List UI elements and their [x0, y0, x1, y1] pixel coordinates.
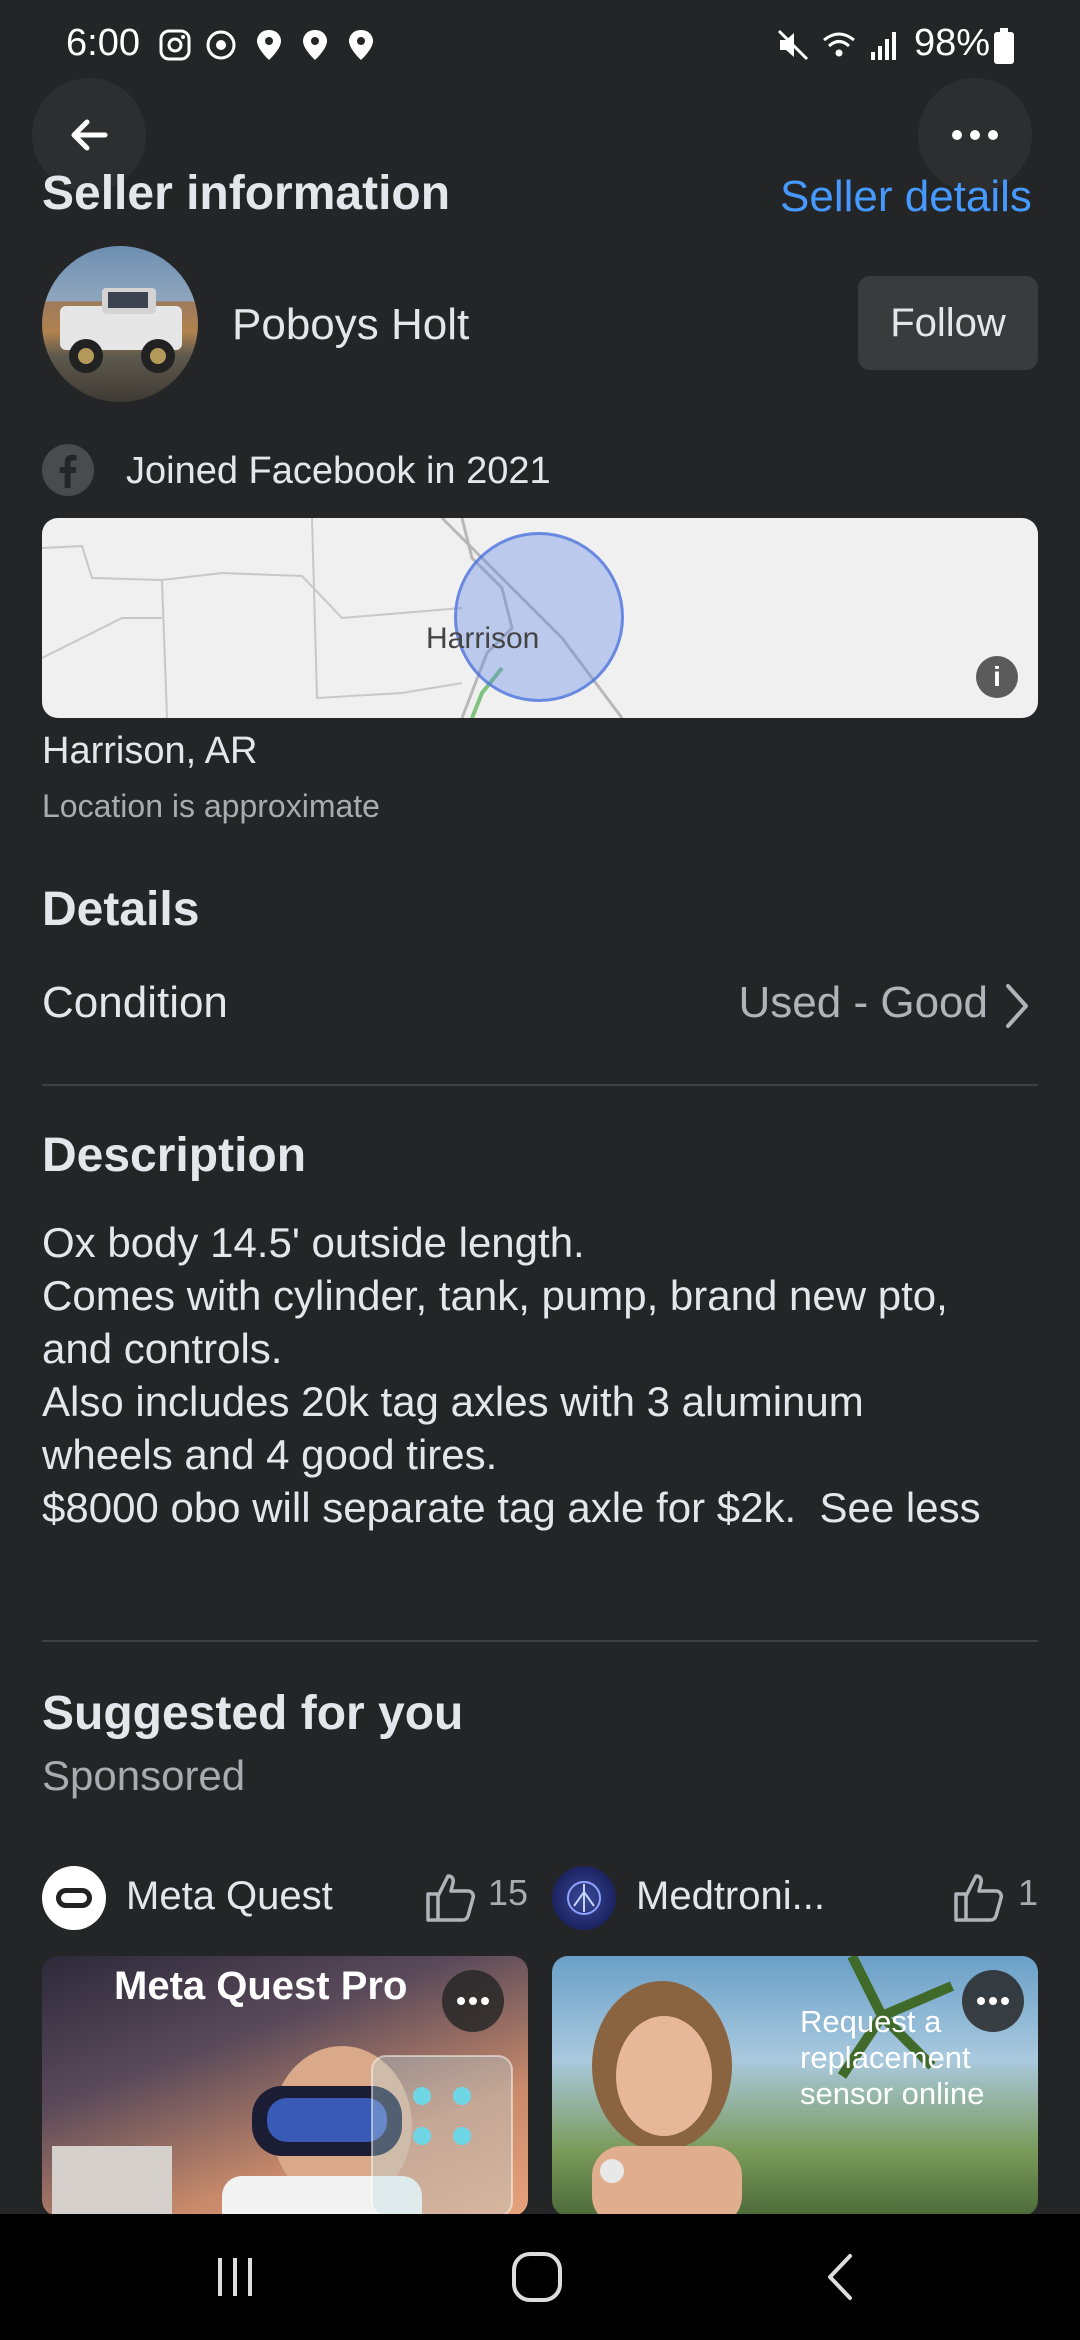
back-arrow-icon: [71, 119, 108, 151]
wifi-icon: [823, 32, 855, 57]
like-count: 15: [488, 1872, 529, 1913]
status-time: 6:00: [66, 22, 140, 64]
condition-row[interactable]: Condition Used - Good: [42, 978, 1038, 1048]
seller-details-link[interactable]: Seller details: [780, 172, 1032, 222]
medtronic-logo-icon: [567, 1881, 601, 1915]
description-line: Ox body 14.5' outside length.: [42, 1219, 585, 1266]
thumbs-up-icon[interactable]: [424, 1870, 478, 1924]
approximate-location-circle: [454, 532, 624, 702]
description-line-last: $8000 obo will separate tag axle for $2k…: [42, 1481, 1052, 1534]
vr-headset-photo: [52, 2046, 513, 2216]
meta-quest-avatar[interactable]: [42, 1866, 106, 1930]
card-more-button[interactable]: [442, 1970, 504, 2032]
description-line: and controls.: [42, 1325, 283, 1372]
signal-icon: [871, 32, 896, 60]
facebook-icon: [42, 444, 94, 496]
location-city: Harrison, AR: [42, 730, 258, 772]
advertiser-name[interactable]: Meta Quest: [126, 1874, 333, 1919]
map-city-label: Harrison: [426, 622, 540, 655]
divider: [42, 1640, 1038, 1642]
thumbs-up-icon[interactable]: [952, 1870, 1006, 1924]
instagram-icon: [159, 29, 191, 61]
ad-overlay-line: replacement: [800, 2040, 971, 2075]
recent-apps-icon[interactable]: [210, 2252, 260, 2302]
mute-icon: [777, 29, 809, 61]
ad-overlay-line: Request a: [800, 2004, 942, 2039]
ad-card-medtronic[interactable]: Request a replacement sensor online: [552, 1956, 1038, 2216]
card-more-button[interactable]: [962, 1970, 1024, 2032]
system-nav-bar: [0, 2214, 1080, 2340]
medtronic-avatar[interactable]: [552, 1866, 616, 1930]
meta-quest-logo-icon: [56, 1888, 92, 1908]
divider: [42, 1084, 1038, 1086]
condition-value: Used - Good: [738, 978, 988, 1027]
status-bar: 6:00 98%: [0, 0, 1080, 74]
home-icon[interactable]: [510, 2250, 564, 2304]
ad-card-meta-quest[interactable]: Meta Quest Pro: [42, 1956, 528, 2216]
description-line: Also includes 20k tag axles with 3 alumi…: [42, 1378, 864, 1425]
joined-facebook-text: Joined Facebook in 2021: [126, 450, 551, 492]
meta-quest-pro-banner: Meta Quest Pro: [114, 1964, 408, 2008]
see-less-link[interactable]: See less: [820, 1484, 981, 1531]
like-count: 1: [1018, 1872, 1039, 1913]
map-info-icon[interactable]: i: [976, 656, 1018, 698]
sync-icon: [206, 30, 236, 60]
description-body: Ox body 14.5' outside length. Comes with…: [42, 1216, 1052, 1534]
more-dots-icon: [977, 1997, 1009, 2005]
ad-overlay-text: Request a replacement sensor online: [800, 2004, 984, 2112]
more-dots-icon: [457, 1997, 489, 2005]
chevron-right-icon: [1006, 984, 1028, 1028]
location-pin-icon: [257, 30, 281, 60]
more-dots-icon: [952, 130, 998, 140]
condition-label: Condition: [42, 978, 228, 1027]
description-line: $8000 obo will separate tag axle for $2k…: [42, 1484, 797, 1531]
system-back-icon[interactable]: [820, 2252, 860, 2302]
sponsored-label: Sponsored: [42, 1752, 246, 1799]
location-map[interactable]: Harrison i: [42, 518, 1038, 718]
description-line: Comes with cylinder, tank, pump, brand n…: [42, 1272, 948, 1319]
battery-percent: 98%: [914, 22, 991, 64]
truck-photo: [60, 288, 182, 373]
details-title: Details: [42, 883, 200, 936]
location-pin-icon: [303, 30, 327, 60]
battery-icon: [994, 28, 1014, 64]
ad-overlay-line: sensor online: [800, 2076, 985, 2111]
description-title: Description: [42, 1129, 307, 1182]
follow-button[interactable]: Follow: [858, 276, 1038, 370]
seller-name[interactable]: Poboys Holt: [232, 300, 469, 350]
location-approximate-note: Location is approximate: [42, 788, 380, 824]
suggested-title: Suggested for you: [42, 1687, 464, 1740]
description-line: wheels and 4 good tires.: [42, 1431, 498, 1478]
seller-section-title: Seller information: [42, 167, 451, 220]
seller-avatar[interactable]: [42, 246, 198, 402]
advertiser-name[interactable]: Medtroni...: [636, 1874, 825, 1919]
location-pin-icon: [349, 30, 373, 60]
